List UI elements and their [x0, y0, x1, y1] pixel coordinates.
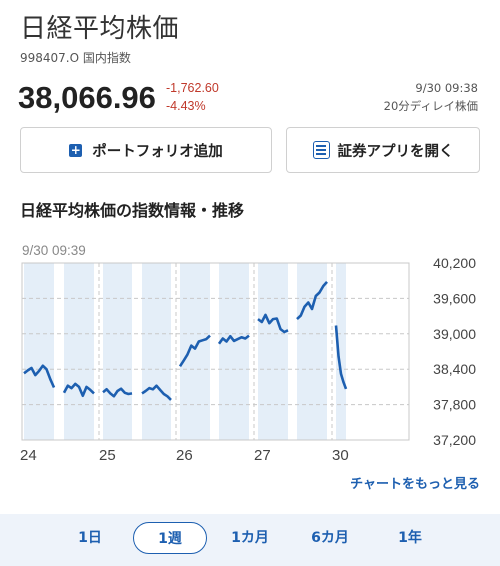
- x-tick-label-2: 26: [176, 447, 193, 464]
- x-tick-label-1: 25: [99, 447, 116, 464]
- view-more-chart-link[interactable]: チャートをもっと見る: [350, 473, 480, 492]
- index-code: 998407.O 国内指数: [20, 51, 131, 65]
- price-change: -1,762.60 -4.43%: [166, 79, 219, 115]
- section-title: 日経平均株価の指数情報・推移: [20, 201, 245, 220]
- add-portfolio-label: ポートフォリオ追加: [92, 143, 223, 160]
- plus-icon: +: [69, 142, 83, 157]
- tab-1d[interactable]: 1日: [62, 522, 118, 554]
- open-securities-app-button[interactable]: 証券アプリを開く: [286, 127, 480, 173]
- y-tick-label-4: 37,800: [433, 397, 476, 413]
- quote-time-info: 9/30 09:38 20分ディレイ株価: [384, 79, 478, 115]
- x-tick-label-3: 27: [254, 447, 271, 464]
- y-tick-label-5: 37,200: [433, 432, 476, 448]
- session-shade-1: [64, 263, 94, 440]
- app-icon: [312, 141, 330, 159]
- add-portfolio-button[interactable]: + ポートフォリオ追加: [20, 127, 272, 173]
- current-price: 38,066.96: [18, 80, 156, 115]
- session-shade-6: [258, 263, 288, 440]
- tab-1m[interactable]: 1カ月: [218, 522, 282, 554]
- x-tick-label-0: 24: [20, 447, 37, 464]
- open-app-label: 証券アプリを開く: [337, 143, 454, 160]
- x-tick-label-4: 30: [332, 447, 349, 464]
- index-chart[interactable]: 40,200 39,600 39,000 38,400 37,800 37,200 24 2…: [0, 250, 500, 468]
- change-absolute: -1,762.60: [166, 81, 219, 95]
- session-shade-0: [24, 263, 54, 440]
- session-shade-5: [219, 263, 249, 440]
- period-tabs: 1日 1週 1カ月 6カ月 1年: [0, 514, 500, 566]
- y-tick-label-0: 40,200: [433, 255, 476, 271]
- tab-6m[interactable]: 6カ月: [298, 522, 362, 554]
- session-shade-3: [142, 263, 171, 440]
- quote-time: 9/30 09:38: [415, 81, 478, 95]
- session-shade-2: [103, 263, 132, 440]
- y-tick-label-3: 38,400: [433, 361, 476, 377]
- delay-note: 20分ディレイ株価: [383, 99, 478, 113]
- change-percent: -4.43%: [166, 99, 206, 113]
- session-shade-4: [180, 263, 210, 440]
- y-tick-label-1: 39,600: [433, 290, 476, 306]
- y-tick-label-2: 39,000: [433, 326, 476, 342]
- tab-1w[interactable]: 1週: [133, 522, 207, 554]
- tab-1y[interactable]: 1年: [382, 522, 438, 554]
- page-title: 日経平均株価: [20, 14, 180, 44]
